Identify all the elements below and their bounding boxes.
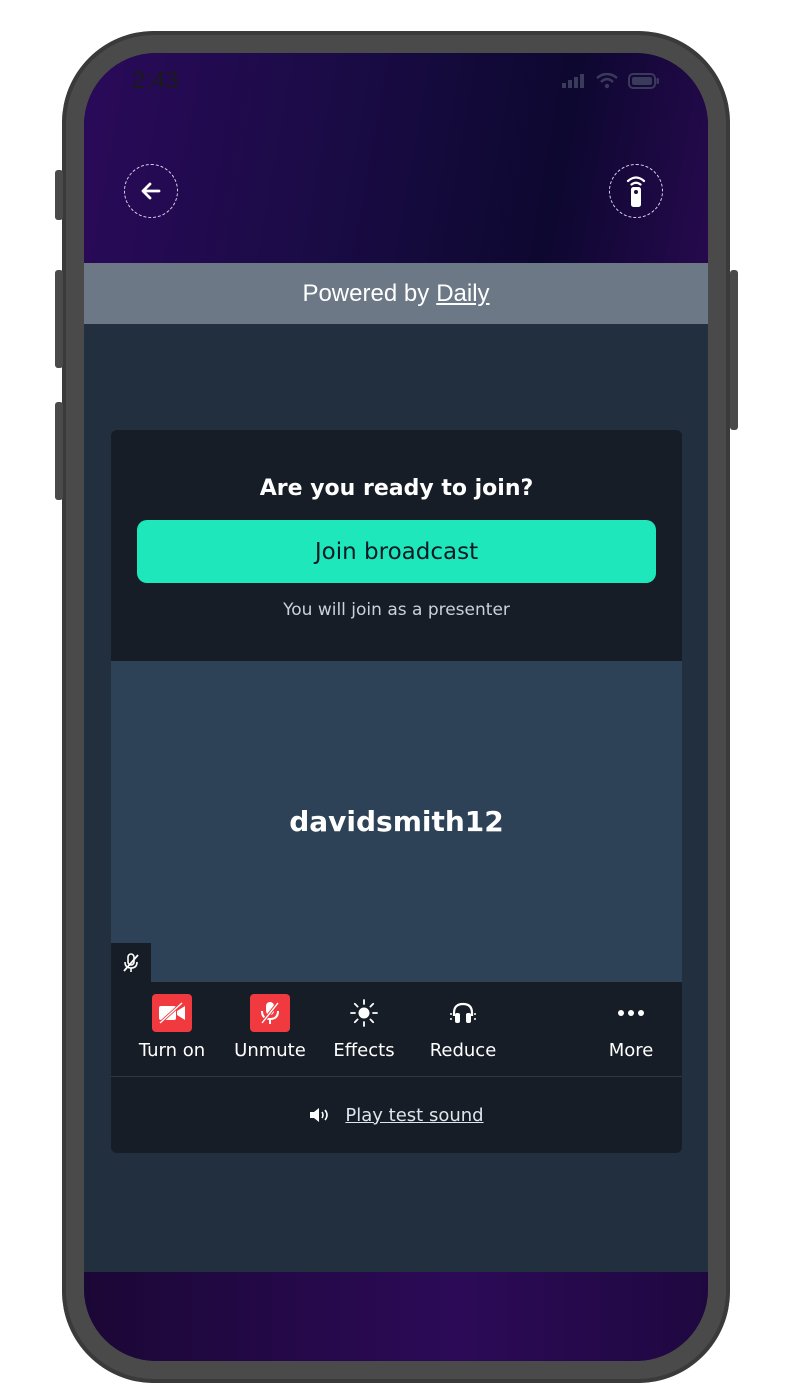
noise-reduce-button[interactable]: Reduce [418,994,508,1061]
join-broadcast-button[interactable]: Join broadcast [137,520,656,583]
more-label: More [608,1040,654,1061]
daily-link[interactable]: Daily [436,280,489,308]
headphones-icon [443,994,483,1032]
reduce-label: Reduce [429,1040,497,1061]
phone-side-button [55,170,63,220]
effects-label: Effects [333,1040,395,1061]
video-tile: davidsmith12 [111,661,682,982]
back-button[interactable] [124,164,178,218]
broadcast-remote-button[interactable] [609,164,663,218]
speaker-icon [310,1108,329,1122]
camera-toggle-button[interactable]: Turn on [127,994,217,1061]
join-prompt-title: Are you ready to join? [259,476,534,501]
mic-off-icon [250,994,290,1032]
join-role-text: You will join as a presenter [283,600,510,620]
more-icon [611,994,651,1032]
signal-icon [562,74,584,88]
status-time: 2:43 [132,67,179,94]
status-icons [562,73,660,89]
sun-icon [344,994,384,1032]
device-controls: Turn on Unmute Effects Reduce More [111,982,682,1076]
prejoin-card: Are you ready to join? Join broadcast Yo… [111,430,682,1153]
remote-icon [626,176,646,207]
powered-by-banner: Powered by Daily [84,263,708,324]
mic-off-icon [123,952,139,972]
effects-button[interactable]: Effects [319,994,409,1061]
wifi-icon [596,73,618,89]
participant-name: davidsmith12 [289,805,504,838]
more-button[interactable]: More [586,994,676,1061]
camera-toggle-label: Turn on [138,1040,206,1061]
phone-screen: 2:43 Powered by Daily Are you ready to j… [84,53,708,1361]
camera-off-icon [152,994,192,1032]
powered-by-prefix: Powered by [302,279,430,307]
unmute-label: Unmute [234,1040,306,1061]
tile-mic-status [111,943,151,982]
header-area: 2:43 [84,53,708,263]
phone-power-button [730,270,738,430]
arrow-left-icon [141,182,161,200]
divider [111,1076,682,1077]
phone-volume-down [55,402,63,500]
bottom-area [84,1272,708,1361]
battery-icon [628,73,659,89]
phone-volume-up [55,270,63,368]
test-sound-row[interactable]: Play test sound [111,1100,682,1130]
unmute-button[interactable]: Unmute [225,994,315,1061]
play-test-sound-link[interactable]: Play test sound [345,1105,483,1126]
